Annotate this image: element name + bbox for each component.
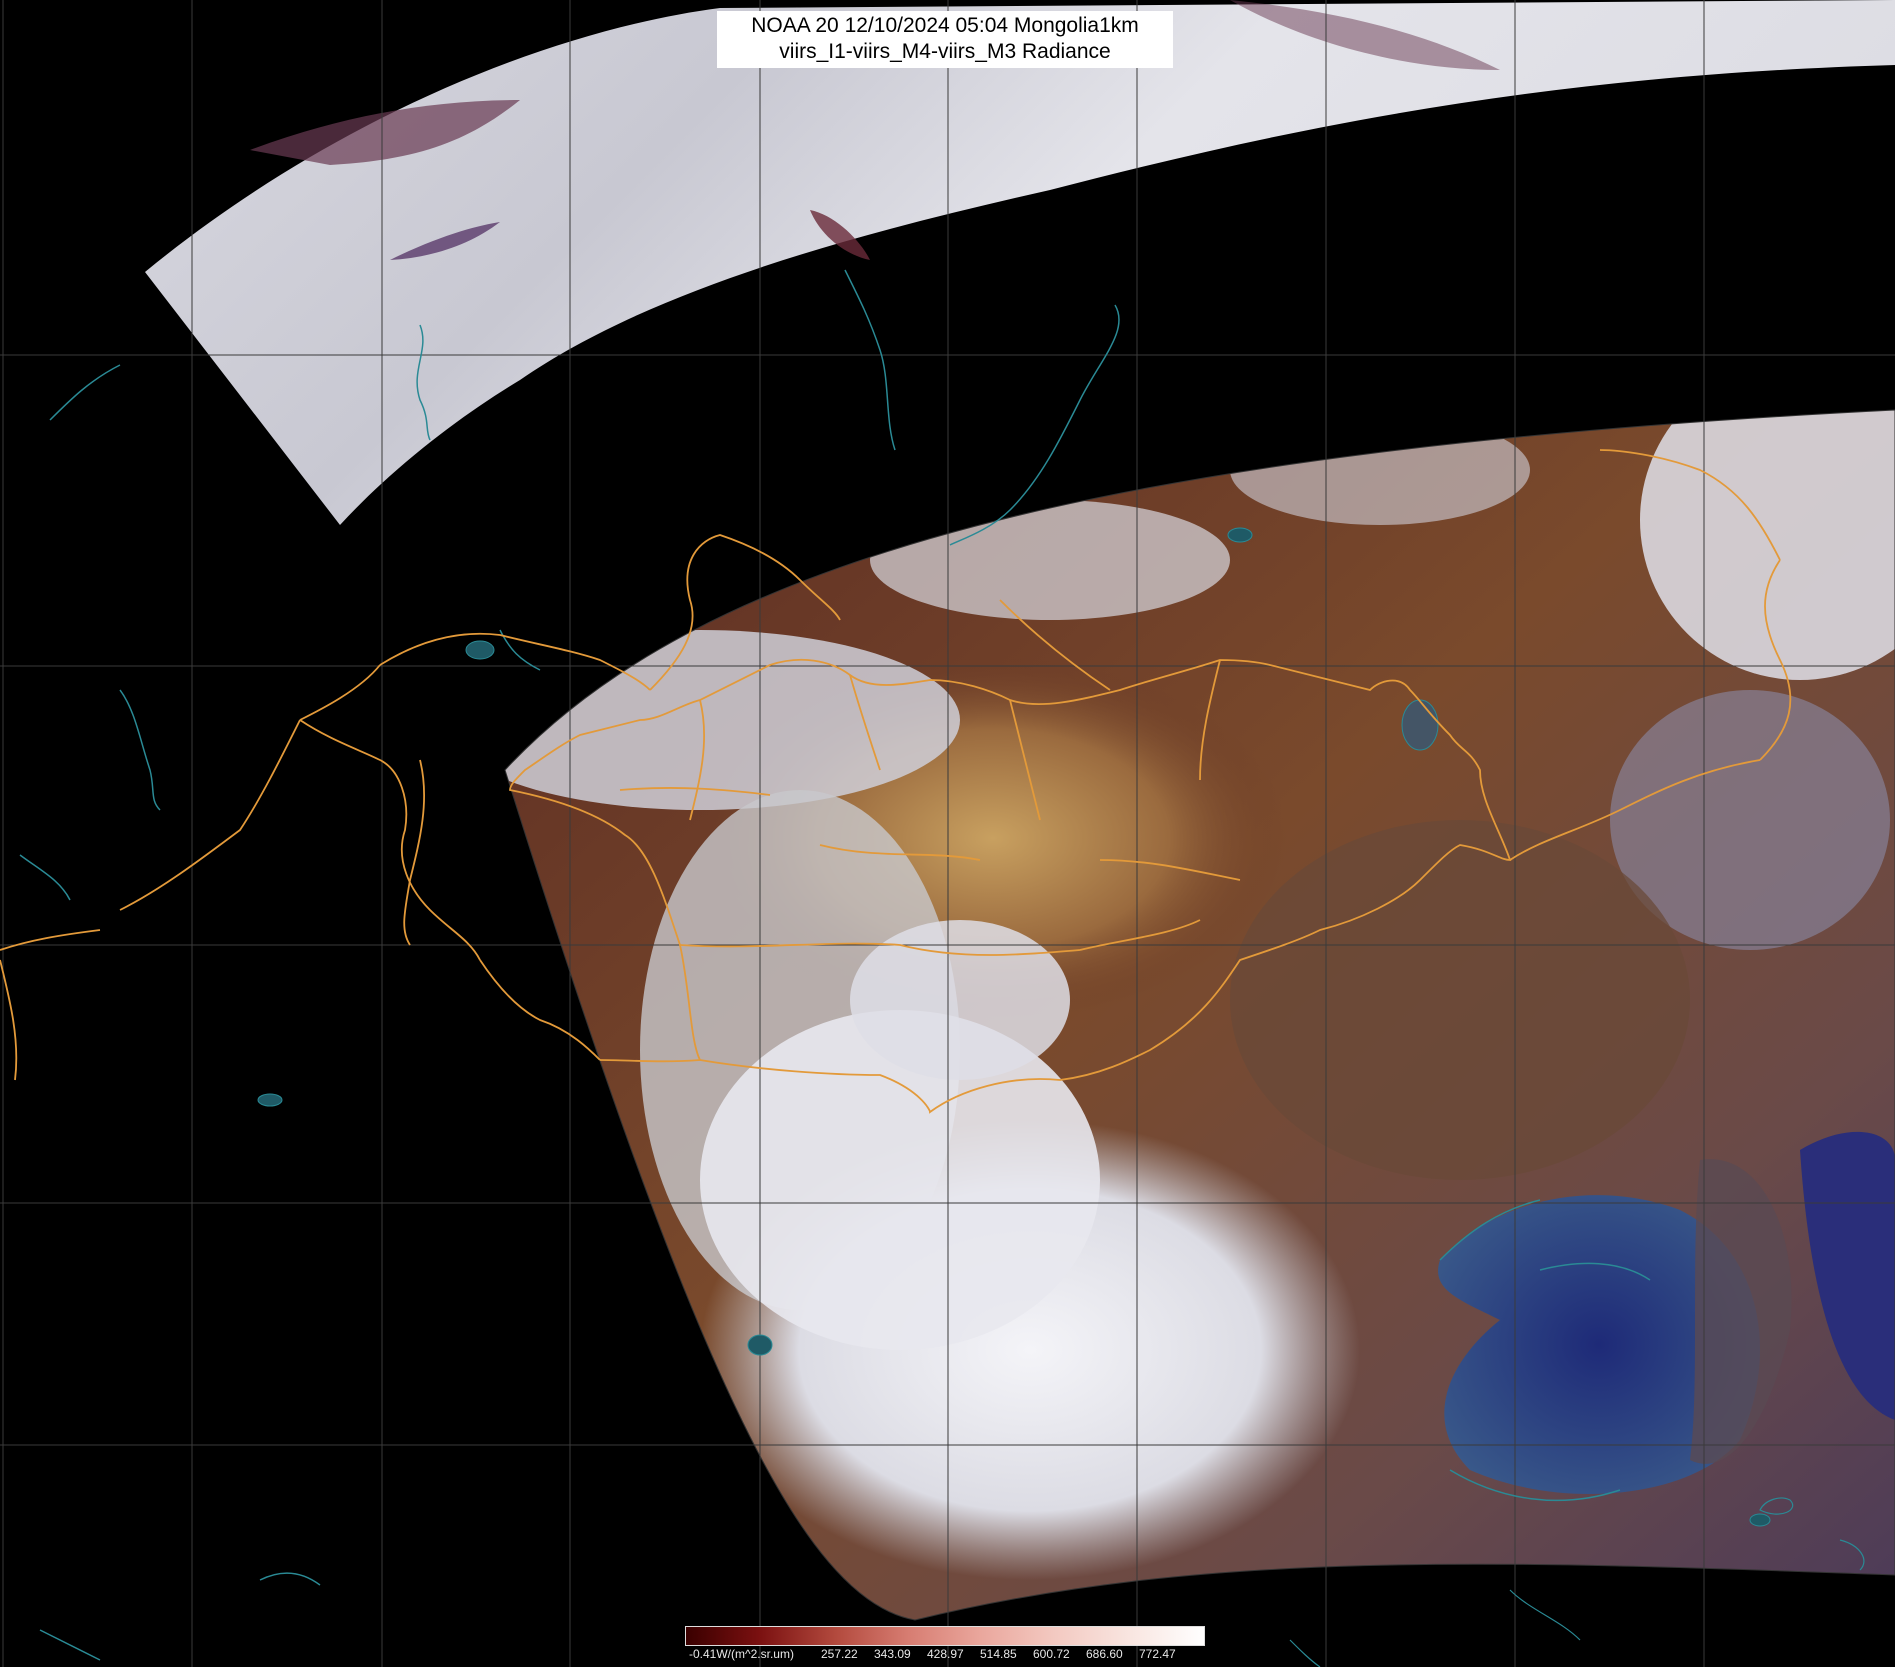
satellite-image (0, 0, 1895, 1667)
colorbar-tick: 772.47 (1139, 1647, 1176, 1661)
colorbar-unit-label: -0.41W/(m^2.sr.um) (689, 1647, 794, 1661)
title-line-1: NOAA 20 12/10/2024 05:04 Mongolia1km (751, 14, 1139, 37)
colorbar-gradient (685, 1626, 1205, 1646)
colorbar-tick: 343.09 (874, 1647, 911, 1661)
satellite-map-viewer[interactable]: NOAA 20 12/10/2024 05:04 Mongolia1km vii… (0, 0, 1895, 1667)
colorbar-tick: 600.72 (1033, 1647, 1070, 1661)
colorbar-labels: -0.41W/(m^2.sr.um) 257.22 343.09 428.97 … (685, 1647, 1205, 1663)
colorbar-tick: 686.60 (1086, 1647, 1123, 1661)
image-title: NOAA 20 12/10/2024 05:04 Mongolia1km vii… (717, 11, 1173, 68)
colorbar-legend: -0.41W/(m^2.sr.um) 257.22 343.09 428.97 … (685, 1626, 1205, 1664)
colorbar-tick: 257.22 (821, 1647, 858, 1661)
title-line-2: viirs_I1-viirs_M4-viirs_M3 Radiance (779, 40, 1111, 63)
colorbar-tick: 514.85 (980, 1647, 1017, 1661)
colorbar-tick: 428.97 (927, 1647, 964, 1661)
